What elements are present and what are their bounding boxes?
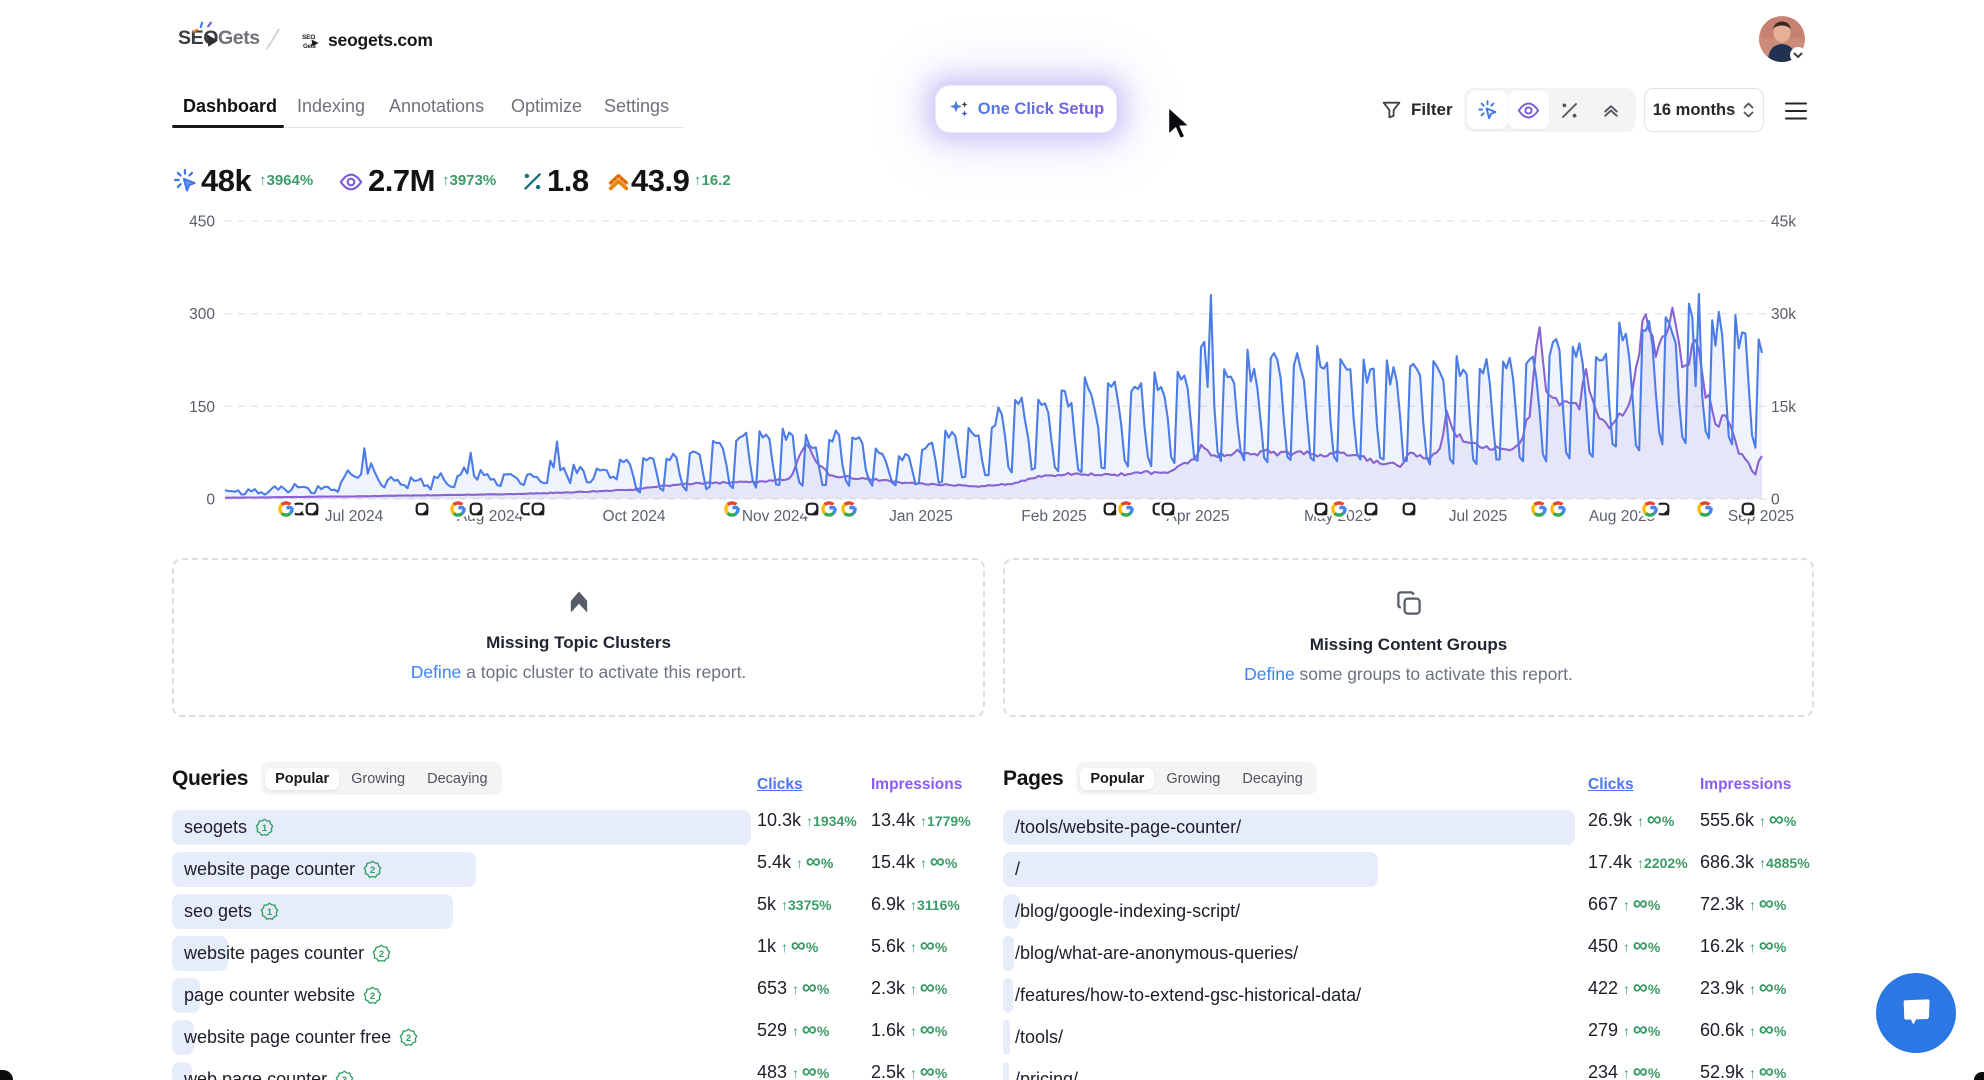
svg-text:Jul 2024: Jul 2024 <box>325 508 384 525</box>
svg-text:45k: 45k <box>1771 214 1796 231</box>
svg-text:Oct 2024: Oct 2024 <box>603 508 666 525</box>
svg-text:2: 2 <box>370 991 375 1002</box>
svg-text:0: 0 <box>206 492 215 509</box>
svg-text:Jan 2025: Jan 2025 <box>889 508 953 525</box>
svg-text:2: 2 <box>370 865 375 876</box>
svg-text:Sep 2025: Sep 2025 <box>1728 508 1794 525</box>
svg-text:3: 3 <box>342 1075 347 1080</box>
svg-text:150: 150 <box>189 399 215 416</box>
svg-text:300: 300 <box>189 306 215 323</box>
svg-text:2: 2 <box>379 949 384 960</box>
svg-text:1: 1 <box>262 823 268 834</box>
svg-text:1: 1 <box>267 907 273 918</box>
svg-text:Feb 2025: Feb 2025 <box>1021 508 1087 525</box>
svg-text:2: 2 <box>406 1033 411 1044</box>
svg-text:Jul 2025: Jul 2025 <box>1449 508 1508 525</box>
svg-text:Nov 2024: Nov 2024 <box>742 508 809 525</box>
svg-text:15k: 15k <box>1771 399 1796 416</box>
svg-text:450: 450 <box>189 214 215 231</box>
svg-text:0: 0 <box>1771 492 1780 509</box>
svg-text:30k: 30k <box>1771 306 1796 323</box>
